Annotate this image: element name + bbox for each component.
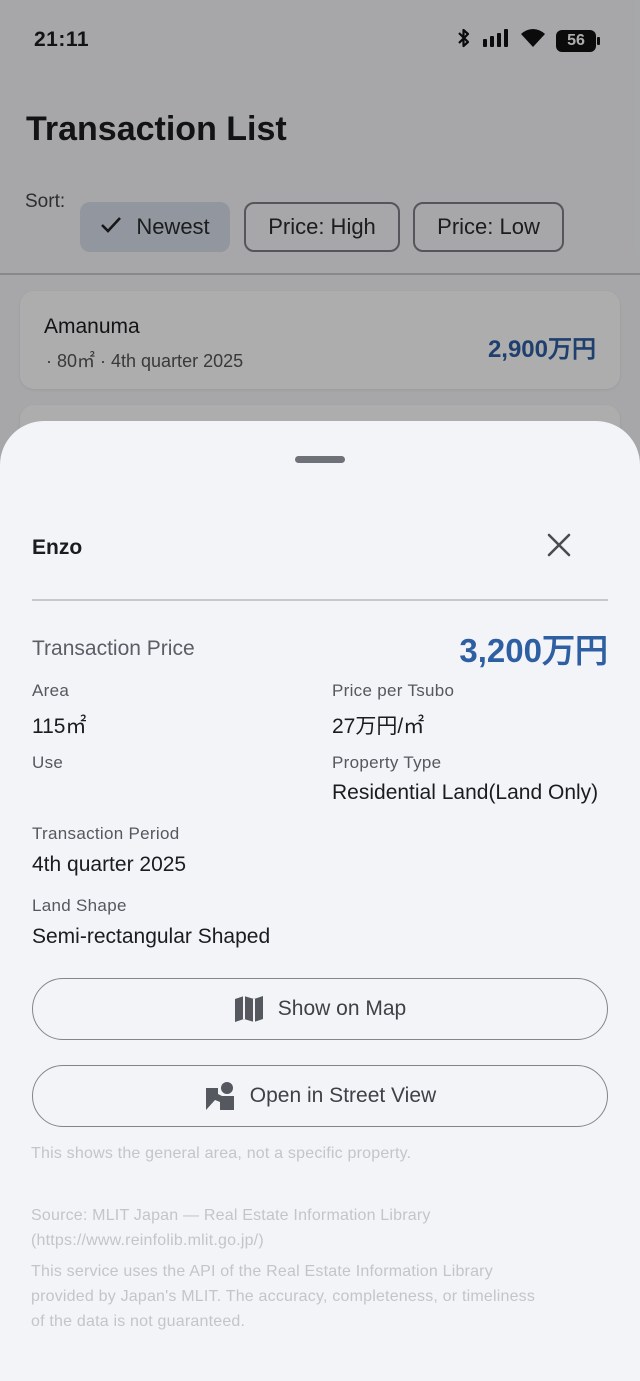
source-url: (https://www.reinfolib.mlit.go.jp/): [31, 1232, 264, 1249]
area-value: 115㎡: [32, 715, 87, 738]
property-type-label: Property Type: [332, 753, 442, 772]
use-label: Use: [32, 753, 64, 772]
show-on-map-label: Show on Map: [277, 997, 407, 1020]
disclaimer-line: provided by Japan's MLIT. The accuracy, …: [31, 1288, 536, 1305]
drag-handle[interactable]: [295, 456, 345, 463]
close-icon: [547, 533, 571, 562]
land-shape-label: Land Shape: [32, 896, 127, 915]
transaction-period-label: Transaction Period: [32, 824, 180, 843]
show-on-map-button[interactable]: Show on Map: [32, 978, 608, 1040]
sheet-title: Enzo: [32, 536, 83, 559]
land-shape-value: Semi-rectangular Shaped: [32, 925, 271, 948]
area-label: Area: [32, 681, 70, 700]
general-area-note: This shows the general area, not a speci…: [31, 1145, 412, 1162]
divider: [32, 599, 608, 601]
transaction-price-label: Transaction Price: [32, 637, 195, 660]
price-per-tsubo-value: 27万円/㎡: [332, 715, 425, 738]
transaction-period-value: 4th quarter 2025: [32, 853, 187, 876]
disclaimer-line: of the data is not guaranteed.: [31, 1313, 246, 1330]
map-icon: [234, 995, 264, 1023]
disclaimer-line: This service uses the API of the Real Es…: [31, 1263, 493, 1280]
source-line: Source: MLIT Japan — Real Estate Informa…: [31, 1207, 431, 1224]
open-street-view-label: Open in Street View: [249, 1084, 437, 1107]
close-button[interactable]: [538, 526, 580, 568]
transaction-price-value: 3,200万円: [459, 632, 608, 669]
street-view-icon: [204, 1080, 236, 1112]
price-per-tsubo-label: Price per Tsubo: [332, 681, 455, 700]
open-street-view-button[interactable]: Open in Street View: [32, 1065, 608, 1127]
transaction-detail-sheet: Enzo Transaction Price 3,200万円 Area 115㎡…: [0, 421, 640, 1381]
property-type-value: Residential Land(Land Only): [332, 781, 599, 804]
